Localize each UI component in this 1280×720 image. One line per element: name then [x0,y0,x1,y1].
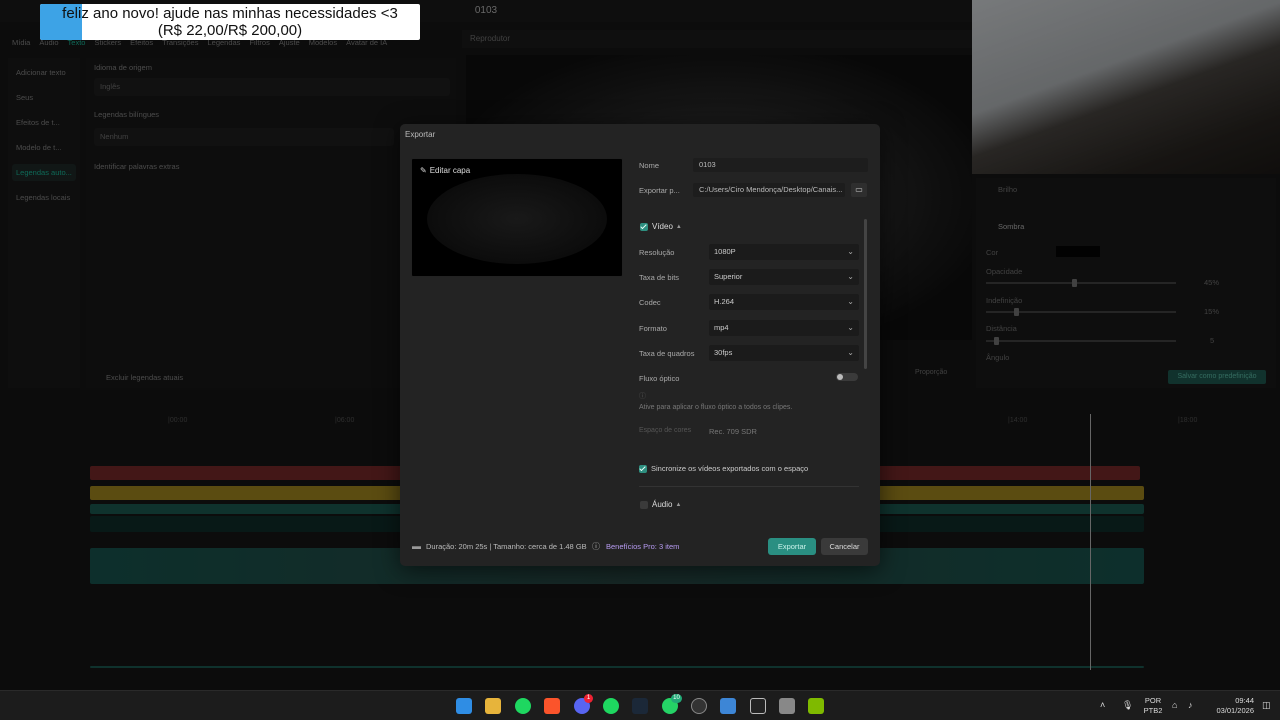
clock[interactable]: 09:44 03/01/2026 [1206,696,1254,716]
color-space-value: Rec. 709 SDR [709,427,757,436]
bitrate-label: Taxa de bits [639,273,680,282]
language-indicator[interactable]: POR PTB2 [1140,696,1166,716]
cover-image [427,174,607,264]
notification-icon[interactable]: ◫ [1262,700,1271,710]
cover-preview[interactable]: ✎ Editar capa [411,158,623,277]
export-path-input[interactable]: C:/Users/Ciro Mendonça/Desktop/Canais... [693,183,845,197]
framerate-value: 30fps [714,348,733,357]
bitrate-select[interactable]: Superior ⌄ [709,269,859,285]
dialog-footer: ▬ Duração: 20m 25s | Tamanho: cerca de 1… [400,535,880,559]
export-button[interactable]: Exportar [768,538,816,555]
microphone-icon[interactable]: 🎙 [1122,700,1133,710]
folder-icon[interactable]: ▭ [851,183,867,197]
audio-checkbox[interactable] [640,500,648,509]
app-icon[interactable] [750,698,766,714]
chevron-down-icon: ⌄ [847,247,854,256]
format-value: mp4 [714,323,729,332]
discord-badge: 1 [584,694,593,703]
spotify-icon[interactable] [515,698,531,714]
pencil-icon: ✎ [420,166,427,175]
chevron-down-icon: ⌄ [847,272,854,281]
language-line-1: POR [1144,696,1162,705]
dialog-title: Exportar [405,130,436,139]
audio-label: Áudio [652,500,673,509]
color-space-label: Espaço de cores [639,427,692,434]
resolution-label: Resolução [639,248,675,257]
notepad-icon[interactable] [720,698,736,714]
section-divider [639,486,859,487]
network-icon[interactable]: ⌂ [1172,700,1177,710]
chevron-up-icon: ▲ [675,501,682,508]
framerate-select[interactable]: 30fps ⌄ [709,345,859,361]
calculator-icon[interactable] [779,698,795,714]
video-label: Vídeo [652,222,673,231]
brave-icon[interactable] [544,698,560,714]
windows-taskbar: 1 10 ˄ 🎙 POR PTB2 ⌂ ♪ 09:44 03/01/2026 ◫ [0,690,1280,720]
film-icon: ▬ [412,541,421,551]
info-icon: ⓘ [592,542,600,551]
optical-flow-description: Ative para aplicar o fluxo óptico a todo… [639,404,793,411]
sync-label: Sincronize os vídeos exportados com o es… [651,464,809,473]
chevron-up-icon[interactable]: ˄ [1100,700,1105,710]
donation-text: feliz ano novo! ajude nas minhas necessi… [40,5,420,39]
discord-icon[interactable]: 1 [574,694,593,714]
optical-flow-toggle[interactable] [836,373,858,381]
format-label: Formato [639,324,667,333]
volume-icon[interactable]: ♪ [1188,700,1193,710]
steam-icon[interactable] [632,698,648,714]
app-window: 0103 feliz ano novo! ajude nas minhas ne… [0,0,1280,720]
codec-label: Codec [639,298,661,307]
file-explorer-icon[interactable] [485,698,501,714]
codec-value: H.264 [714,297,735,306]
bitrate-value: Superior [714,272,743,281]
capcut-icon[interactable] [691,698,707,714]
whatsapp-badge: 10 [671,694,682,703]
cancel-button[interactable]: Cancelar [821,538,868,555]
export-dialog: Exportar ✎ Editar capa Nome 0103 Exporta… [400,124,880,566]
donation-line-2: (R$ 22,00/R$ 200,00) [157,22,303,39]
dialog-scrollbar[interactable] [864,219,867,369]
clock-date: 03/01/2026 [1216,706,1254,715]
video-section-header[interactable]: Vídeo ▲ [640,222,682,231]
green-app-icon[interactable] [808,698,824,714]
name-label: Nome [639,161,660,170]
audio-section-header[interactable]: Áudio ▲ [640,500,681,509]
chevron-up-icon: ▲ [675,223,682,230]
codec-select[interactable]: H.264 ⌄ [709,294,859,310]
format-select[interactable]: mp4 ⌄ [709,320,859,336]
whatsapp-icon[interactable]: 10 [662,694,682,714]
name-input[interactable]: 0103 [693,158,868,172]
donation-goal-overlay: feliz ano novo! ajude nas minhas necessi… [40,4,420,40]
video-checkbox[interactable] [640,222,648,231]
donation-line-1: feliz ano novo! ajude nas minhas necessi… [62,5,398,22]
framerate-label: Taxa de quadros [639,349,695,358]
resolution-value: 1080P [714,247,736,256]
info-icon: ⓘ [639,393,646,400]
export-path-label: Exportar p... [639,186,680,195]
sync-checkbox[interactable] [639,465,647,474]
chevron-down-icon: ⌄ [847,297,854,306]
resolution-select[interactable]: 1080P ⌄ [709,244,859,260]
edit-cover-button[interactable]: ✎ Editar capa [420,166,470,175]
clock-time: 09:44 [1235,696,1254,705]
windows-start-icon[interactable] [456,698,472,714]
edit-cover-label: Editar capa [429,166,471,175]
spotify-icon[interactable] [603,698,619,714]
pro-benefits-link[interactable]: Benefícios Pro: 3 item [606,542,679,551]
sync-option[interactable]: Sincronize os vídeos exportados com o es… [639,464,809,474]
language-line-2: PTB2 [1143,706,1163,715]
duration-info: Duração: 20m 25s | Tamanho: cerca de 1.4… [426,542,587,551]
optical-flow-label: Fluxo óptico [639,374,680,383]
chevron-down-icon: ⌄ [847,348,854,357]
chevron-down-icon: ⌄ [847,323,854,332]
